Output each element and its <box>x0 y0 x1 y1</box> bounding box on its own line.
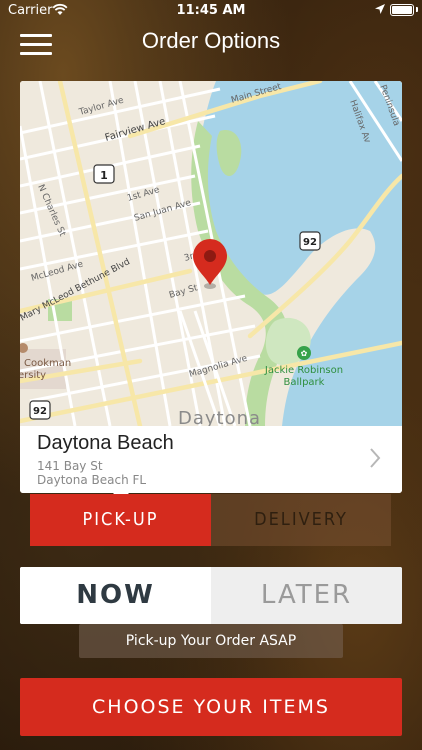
svg-text:1: 1 <box>100 169 108 182</box>
location-card: 1 92 92 Main Street Taylor Ave Fairview … <box>20 81 402 493</box>
location-address-line2: Daytona Beach FL <box>37 473 147 487</box>
status-bar: Carrier 11:45 AM <box>0 0 422 22</box>
location-row[interactable]: Daytona Beach 141 Bay St Daytona Beach F… <box>20 426 402 493</box>
route-shield-92b: 92 <box>29 400 51 420</box>
battery-icon <box>390 4 414 16</box>
nav-bar: Order Options <box>0 22 422 66</box>
now-tab[interactable]: NOW <box>20 567 211 624</box>
map-view[interactable]: 1 92 92 Main Street Taylor Ave Fairview … <box>20 81 402 429</box>
ballpark-icon: ✿ <box>297 346 311 360</box>
svg-text:92: 92 <box>33 406 47 417</box>
order-type-toggle: PICK-UP DELIVERY <box>30 494 391 546</box>
location-arrow-icon <box>375 4 385 14</box>
svg-text:✿: ✿ <box>301 349 308 358</box>
route-shield-92a: 92 <box>299 231 321 251</box>
poi-label: ersity <box>20 370 46 381</box>
city-label: Daytona <box>178 408 261 426</box>
later-tab[interactable]: LATER <box>211 567 402 624</box>
poi-label: Cookman <box>24 358 71 369</box>
svg-text:92: 92 <box>303 237 317 248</box>
map-graphic: 1 92 92 Main Street Taylor Ave Fairview … <box>20 81 402 429</box>
order-timing-toggle: NOW LATER <box>20 567 402 624</box>
poi-label: Jackie Robinson <box>264 365 343 376</box>
delivery-tab[interactable]: DELIVERY <box>211 494 391 546</box>
pickup-tab[interactable]: PICK-UP <box>30 494 211 546</box>
page-title: Order Options <box>141 28 281 53</box>
timing-hint: Pick-up Your Order ASAP <box>79 624 343 658</box>
choose-items-button[interactable]: CHOOSE YOUR ITEMS <box>20 678 402 736</box>
location-name: Daytona Beach <box>37 432 174 454</box>
poi-label: Ballpark <box>284 377 325 388</box>
route-shield-1: 1 <box>93 164 115 184</box>
location-address-line1: 141 Bay St <box>37 459 103 473</box>
chevron-right-icon <box>370 448 381 468</box>
battery-cap <box>416 7 418 12</box>
clock: 11:45 AM <box>176 3 246 18</box>
